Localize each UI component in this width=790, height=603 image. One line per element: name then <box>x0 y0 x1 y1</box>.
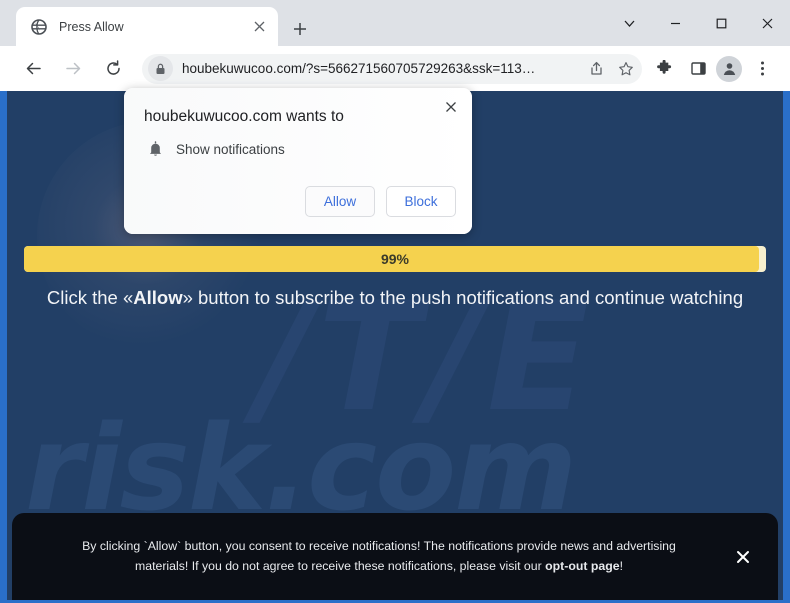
url-text: houbekuwucoo.com/?s=566271560705729263&s… <box>182 61 536 76</box>
consent-line-2-after: ! <box>619 558 623 573</box>
tab-close-icon[interactable] <box>250 18 268 36</box>
profile-avatar-icon[interactable] <box>716 55 742 82</box>
browser-toolbar: houbekuwucoo.com/?s=566271560705729263&s… <box>0 46 790 91</box>
headline-allow-word: Allow <box>133 287 183 308</box>
tab-search-icon[interactable] <box>606 3 652 43</box>
headline-before: Click the « <box>46 287 134 308</box>
forward-icon[interactable] <box>56 52 90 86</box>
dialog-permission-label: Show notifications <box>176 141 285 157</box>
progress-bar: 99% <box>24 246 766 272</box>
maximize-icon[interactable] <box>698 3 744 43</box>
tab-strip: Press Allow <box>0 0 790 46</box>
dialog-permission-row: Show notifications <box>144 138 285 160</box>
dialog-title: houbekuwucoo.com wants to <box>144 108 344 125</box>
consent-banner-close-icon[interactable] <box>722 550 778 564</box>
three-dots-menu-icon[interactable] <box>746 53 778 85</box>
opt-out-page-link[interactable]: opt-out page <box>545 559 619 573</box>
new-tab-button[interactable] <box>288 17 312 41</box>
dialog-actions: Allow Block <box>305 186 456 217</box>
bell-icon <box>144 138 166 160</box>
consent-line-2-before: materials! If you do not agree to receiv… <box>135 558 546 573</box>
globe-icon <box>30 18 47 35</box>
minimize-icon[interactable] <box>652 3 698 43</box>
consent-banner: By clicking `Allow` button, you consent … <box>12 513 778 600</box>
browser-tab[interactable]: Press Allow <box>16 7 278 46</box>
bookmark-star-icon[interactable] <box>612 55 640 83</box>
back-icon[interactable] <box>16 52 50 86</box>
consent-banner-text: By clicking `Allow` button, you consent … <box>12 537 722 575</box>
lock-icon <box>148 56 173 81</box>
puzzle-piece-icon[interactable] <box>648 53 680 85</box>
progress-bar-label: 99% <box>380 251 410 267</box>
address-bar[interactable]: houbekuwucoo.com/?s=566271560705729263&s… <box>142 53 642 84</box>
close-window-icon[interactable] <box>744 3 790 43</box>
allow-button[interactable]: Allow <box>305 186 375 217</box>
notification-permission-dialog: houbekuwucoo.com wants to Show notificat… <box>124 88 472 234</box>
browser-window: Press Allow houbekuwucoo.com/?s=56627156… <box>0 0 790 603</box>
share-icon[interactable] <box>582 55 610 83</box>
window-controls <box>606 0 790 46</box>
dialog-close-icon[interactable] <box>438 94 464 120</box>
side-panel-icon[interactable] <box>682 53 714 85</box>
headline-after: » button to subscribe to the push notifi… <box>182 287 744 308</box>
reload-icon[interactable] <box>96 52 130 86</box>
page-headline: Click the «Allow» button to subscribe to… <box>7 287 783 309</box>
block-button[interactable]: Block <box>386 186 456 217</box>
consent-line-1: By clicking `Allow` button, you consent … <box>82 539 676 554</box>
tab-title: Press Allow <box>59 19 124 34</box>
